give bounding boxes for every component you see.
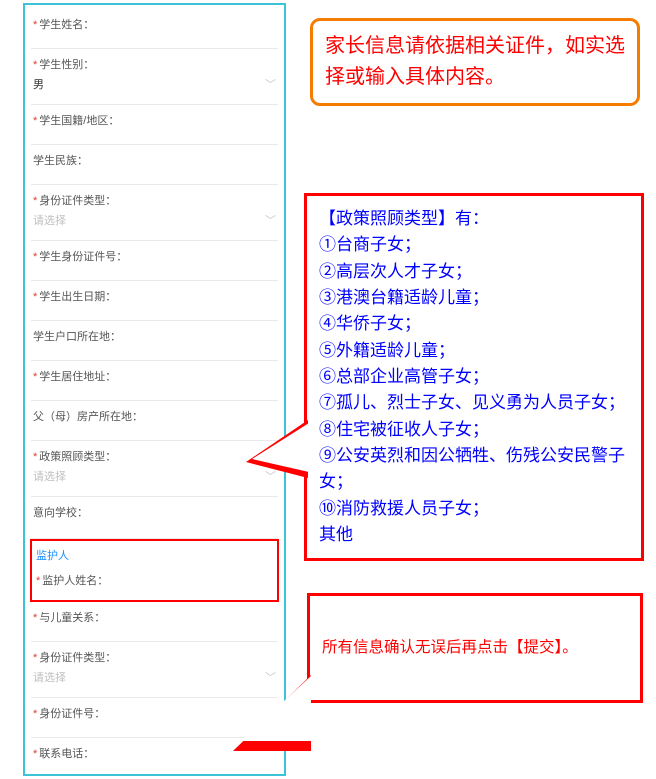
field-label: *学生出生日期： (33, 288, 276, 304)
required-asterisk: * (33, 19, 37, 31)
policy-item: ⑥总部企业高管子女； (319, 364, 629, 390)
field-value-row: 请选择 ﹀ (33, 212, 276, 228)
form-field[interactable]: *学生国籍/地区： (31, 109, 278, 145)
field-value-row: 请选择 ﹀ (33, 468, 276, 484)
required-asterisk: * (33, 251, 37, 263)
field-label: 学生户口所在地： (33, 328, 276, 344)
callout-policy-types: 【政策照顾类型】有： ①台商子女；②高层次人才子女；③港澳台籍适龄儿童；④华侨子… (304, 193, 644, 561)
required-asterisk: * (33, 371, 37, 383)
chevron-down-icon: ﹀ (265, 212, 276, 228)
form-field[interactable]: *身份证件类型： 请选择 ﹀ (31, 646, 278, 698)
form-field[interactable]: 学生民族： (31, 149, 278, 185)
required-asterisk: * (33, 748, 37, 760)
policy-item: ⑨公安英烈和因公牺牲、伤残公安民警子女； (319, 443, 629, 496)
chevron-down-icon: ﹀ (265, 468, 276, 484)
callout-confirm-submit: 所有信息确认无误后再点击【提交】。 (307, 593, 643, 703)
policy-item: ①台商子女； (319, 232, 629, 258)
form-field[interactable]: *学生居住地址： (31, 365, 278, 401)
guardian-section-title: 监护人 (34, 541, 275, 565)
required-asterisk: * (33, 195, 37, 207)
form-field[interactable]: *身份证件类型： 请选择 ﹀ (31, 189, 278, 241)
field-label: *学生性别： (33, 56, 276, 72)
field-label: 学生民族： (33, 152, 276, 168)
required-asterisk: * (36, 575, 40, 587)
field-label: *身份证件号： (33, 705, 276, 721)
field-placeholder: 请选择 (33, 669, 66, 685)
form-field[interactable]: *学生性别：男﹀ (31, 53, 278, 105)
required-asterisk: * (33, 451, 37, 463)
field-label: *学生姓名： (33, 16, 276, 32)
field-label: *监护人姓名： (36, 572, 273, 588)
guardian-highlight-box: 监护人 *监护人姓名： (30, 539, 279, 602)
policy-item: ⑩消防救援人员子女； (319, 496, 629, 522)
form-field[interactable]: 学生户口所在地： (31, 325, 278, 361)
field-label: 意向学校： (33, 504, 276, 520)
policy-item: ④华侨子女； (319, 311, 629, 337)
required-asterisk: * (33, 291, 37, 303)
field-value-row: 请选择 ﹀ (33, 669, 276, 685)
field-placeholder: 请选择 (33, 468, 66, 484)
field-intention-school[interactable]: 意向学校： (31, 501, 278, 539)
field-guardian-name[interactable]: *监护人姓名： (34, 569, 275, 600)
required-asterisk: * (33, 708, 37, 720)
form-field[interactable]: *与儿童关系： (31, 606, 278, 642)
policy-item: ⑧住宅被征收人子女； (319, 417, 629, 443)
field-label: *身份证件类型： (33, 192, 276, 208)
chevron-down-icon: ﹀ (265, 669, 276, 685)
field-label: *联系电话： (33, 745, 276, 761)
form-field[interactable]: *学生身份证件号： (31, 245, 278, 281)
policy-title: 【政策照顾类型】有： (319, 206, 629, 232)
form-field[interactable]: *身份证件号： (31, 702, 278, 738)
chevron-down-icon: ﹀ (265, 76, 276, 92)
field-value: 男 (33, 76, 44, 92)
required-asterisk: * (33, 652, 37, 664)
field-value-row: 男﹀ (33, 76, 276, 92)
mobile-form-mockup: *学生姓名：*学生性别：男﹀*学生国籍/地区：学生民族：*身份证件类型：请选择﹀… (23, 3, 286, 776)
policy-item: ⑦孤儿、烈士子女、见义勇为人员子女； (319, 390, 629, 416)
field-label: *政策照顾类型： (33, 448, 276, 464)
field-label: *学生身份证件号： (33, 248, 276, 264)
policy-item: 其他 (319, 522, 629, 548)
policy-item: ⑤外籍适龄儿童； (319, 338, 629, 364)
policy-item: ③港澳台籍适龄儿童； (319, 285, 629, 311)
field-placeholder: 请选择 (33, 212, 66, 228)
callout-parent-info: 家长信息请依据相关证件，如实选择或输入具体内容。 (310, 18, 640, 106)
required-asterisk: * (33, 612, 37, 624)
field-label: 父（母）房产所在地： (33, 408, 276, 424)
required-asterisk: * (33, 115, 37, 127)
required-asterisk: * (33, 59, 37, 71)
form-field[interactable]: *学生姓名： (31, 13, 278, 49)
field-label: *与儿童关系： (33, 609, 276, 625)
field-label: *学生居住地址： (33, 368, 276, 384)
form-field[interactable]: *学生出生日期： (31, 285, 278, 321)
form-field[interactable]: 父（母）房产所在地： (31, 405, 278, 441)
policy-item: ②高层次人才子女； (319, 259, 629, 285)
field-label: *学生国籍/地区： (33, 112, 276, 128)
field-label: *身份证件类型： (33, 649, 276, 665)
form-field[interactable]: *政策照顾类型： 请选择 ﹀ (31, 445, 278, 497)
form-field[interactable]: *联系电话： (31, 742, 278, 776)
form-area: *学生姓名：*学生性别：男﹀*学生国籍/地区：学生民族：*身份证件类型：请选择﹀… (25, 5, 284, 776)
